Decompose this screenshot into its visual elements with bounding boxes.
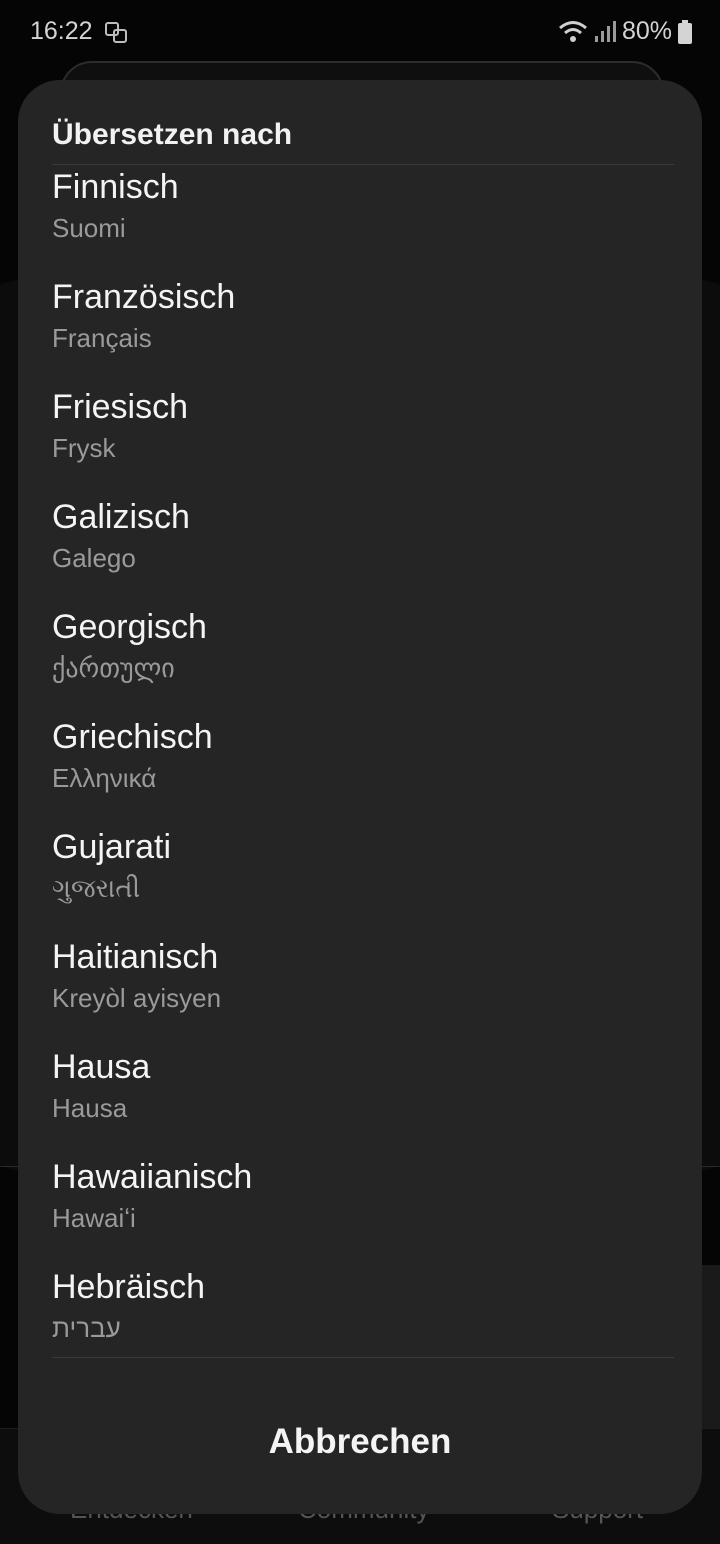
language-native-name: Ελληνικά — [52, 763, 157, 793]
language-list[interactable]: Finnisch Suomi Französisch Français Frie… — [18, 165, 702, 1357]
language-native-name: Hawaiʻi — [52, 1203, 136, 1233]
language-native-name: Galego — [52, 543, 136, 573]
language-item-gujarati[interactable]: Gujarati ગુજરાતી — [52, 827, 672, 937]
language-native-name: Kreyòl ayisyen — [52, 983, 222, 1013]
language-native-name: ქართული — [52, 653, 175, 683]
language-item-georgisch[interactable]: Georgisch ქართული — [52, 607, 672, 717]
wifi-icon — [558, 20, 587, 42]
language-native-name: עברית — [52, 1313, 121, 1343]
language-native-name: ગુજરાતી — [52, 873, 141, 903]
language-item-galizisch[interactable]: Galizisch Galego — [52, 497, 672, 607]
language-item-friesisch[interactable]: Friesisch Frysk — [52, 387, 672, 497]
language-name: Französisch — [52, 278, 236, 316]
language-native-name: Suomi — [52, 213, 126, 243]
notification-icon — [105, 22, 127, 43]
language-name: Galizisch — [52, 498, 190, 536]
language-native-name: Frysk — [52, 433, 116, 463]
language-item-hausa[interactable]: Hausa Hausa — [52, 1047, 672, 1157]
language-item-haitianisch[interactable]: Haitianisch Kreyòl ayisyen — [52, 937, 672, 1047]
language-item-hawaiianisch[interactable]: Hawaiianisch Hawaiʻi — [52, 1157, 672, 1267]
language-name: Hebräisch — [52, 1268, 206, 1306]
screen: Entdecken Community Support 16:22 80% — [0, 0, 720, 1544]
language-name: Haitianisch — [52, 938, 219, 976]
button-divider — [52, 1357, 674, 1358]
language-name: Finnisch — [52, 168, 179, 206]
status-time: 16:22 — [30, 17, 93, 45]
language-native-name: Hausa — [52, 1093, 128, 1123]
language-name: Hawaiianisch — [52, 1158, 253, 1196]
signal-icon — [594, 20, 616, 42]
cancel-button[interactable]: Abbrechen — [18, 1400, 702, 1484]
language-item-finnisch[interactable]: Finnisch Suomi — [52, 167, 672, 277]
language-item-griechisch[interactable]: Griechisch Ελληνικά — [52, 717, 672, 827]
status-right-group: 80% — [558, 17, 692, 46]
language-item-hebraeisch[interactable]: Hebräisch עברית — [52, 1267, 672, 1357]
language-name: Hausa — [52, 1048, 151, 1086]
language-native-name: Français — [52, 323, 152, 353]
status-bar: 16:22 80% — [0, 0, 720, 64]
language-name: Friesisch — [52, 388, 189, 426]
dialog-title: Übersetzen nach — [52, 118, 293, 151]
language-name: Gujarati — [52, 828, 172, 866]
language-item-franzoesisch[interactable]: Französisch Français — [52, 277, 672, 387]
translate-to-dialog: Übersetzen nach Finnisch Suomi Französis… — [18, 80, 702, 1514]
battery-percentage: 80% — [621, 17, 672, 45]
language-name: Georgisch — [52, 608, 207, 646]
battery-icon — [678, 19, 692, 44]
background-image — [700, 1265, 720, 1435]
language-name: Griechisch — [52, 718, 213, 756]
